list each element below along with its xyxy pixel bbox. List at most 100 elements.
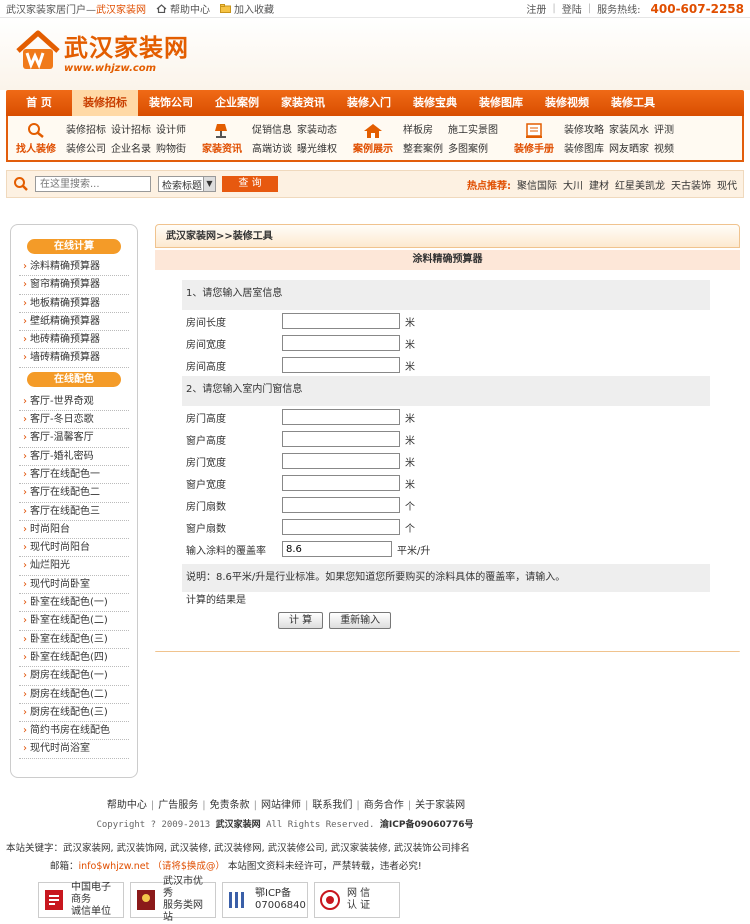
sidebar-color-link[interactable]: 卧室在线配色(三) [19,631,129,649]
sidebar-color-link[interactable]: 灿烂阳光 [19,557,129,576]
sidebar-calc-link[interactable]: 涂料精确预算器 [19,258,129,277]
sidebar-calc-link[interactable]: 墙砖精确预算器 [19,349,129,368]
nav-item[interactable]: 装修图库 [468,90,534,116]
sidebar-color-link[interactable]: 卧室在线配色(一) [19,594,129,613]
sidebar-color-link[interactable]: 客厅-冬日恋歌 [19,411,129,430]
hot-link[interactable]: 现代 [717,177,737,192]
sidebar-calc-link[interactable]: 壁纸精确预算器 [19,313,129,332]
hot-link[interactable]: 红星美凯龙 [615,177,665,192]
nav-item[interactable]: 企业案例 [204,90,270,116]
field-input[interactable] [282,335,400,351]
subnav-link[interactable]: 企业名录 [111,140,151,155]
nav-item[interactable]: 装修入门 [336,90,402,116]
sidebar-color-link[interactable]: 厨房在线配色(一) [19,667,129,686]
hot-link[interactable]: 天古装饰 [671,177,711,192]
field-input[interactable] [282,357,400,373]
subnav-category[interactable]: 家装资讯 [194,122,250,155]
sidebar-color-link[interactable]: 客厅在线配色三 [19,503,129,521]
sidebar-color-link[interactable]: 现代时尚阳台 [19,539,129,558]
field-input[interactable] [282,497,400,513]
calculate-button[interactable]: 计 算 [278,612,324,629]
coverage-input[interactable] [282,541,392,557]
subnav-link[interactable]: 装修公司 [66,140,106,155]
footer-link[interactable]: 网站律师 [261,800,301,811]
sidebar-color-link[interactable]: 客厅在线配色二 [19,484,129,503]
add-favorite-link[interactable]: 加入收藏 [234,1,274,16]
field-input[interactable] [282,313,400,329]
subnav-link[interactable]: 评测 [654,121,674,136]
nav-item[interactable]: 装修招标 [72,90,138,116]
nav-item[interactable]: 家装资讯 [270,90,336,116]
nav-item[interactable]: 装修视频 [534,90,600,116]
subnav-link[interactable]: 装修图库 [564,140,604,155]
sidebar-color-link[interactable]: 厨房在线配色(三) [19,704,129,723]
subnav-link[interactable]: 家装风水 [609,121,649,136]
search-button[interactable]: 查 询 [222,176,278,192]
chevron-down-icon[interactable]: ▼ [203,177,215,191]
trust-badge[interactable]: 鄂ICP备 07006840 [222,882,308,918]
subnav-link[interactable]: 视频 [654,140,674,155]
subnav-link[interactable]: 装修招标 [66,121,106,136]
register-link[interactable]: 注册 [526,1,546,16]
reset-button[interactable]: 重新输入 [329,612,392,629]
field-input[interactable] [282,431,400,447]
footer-link[interactable]: 免责条款 [210,800,250,811]
subnav-link[interactable]: 整套案例 [403,140,443,155]
search-input[interactable] [35,176,151,192]
nav-item[interactable]: 装修工具 [600,90,666,116]
subnav-category[interactable]: 找人装修 [8,122,64,155]
sidebar-color-link[interactable]: 简约书房在线配色 [19,722,129,741]
subnav-link[interactable]: 购物街 [156,140,186,155]
sidebar-calc-link[interactable]: 窗帘精确预算器 [19,276,129,295]
field-input[interactable] [282,519,400,535]
sidebar-color-link[interactable]: 时尚阳台 [19,521,129,540]
hot-link[interactable]: 建材 [589,177,609,192]
sidebar-color-link[interactable]: 客厅在线配色一 [19,466,129,485]
subnav-link[interactable]: 施工实景图 [448,121,498,136]
subnav-link[interactable]: 曝光维权 [297,140,337,155]
footer-link[interactable]: 商务合作 [364,800,404,811]
sidebar-color-link[interactable]: 现代时尚浴室 [19,740,129,759]
field-input[interactable] [282,475,400,491]
icp-number[interactable]: 渝ICP备09060776号 [380,820,474,830]
subnav-category[interactable]: 装修手册 [506,122,562,155]
sidebar-color-link[interactable]: 卧室在线配色(二) [19,612,129,631]
hot-link[interactable]: 聚信国际 [517,177,557,192]
subnav-link[interactable]: 家装动态 [297,121,337,136]
subnav-link[interactable]: 高端访谈 [252,140,292,155]
sidebar-color-link[interactable]: 客厅-婚礼密码 [19,448,129,466]
sidebar-calc-link[interactable]: 地板精确预算器 [19,295,129,313]
nav-item[interactable]: 首 页 [6,90,72,116]
field-input[interactable] [282,409,400,425]
subnav-link[interactable]: 装修攻略 [564,121,604,136]
footer-link[interactable]: 关于家装网 [415,800,465,811]
subnav-category[interactable]: 案例展示 [345,122,401,155]
hot-link[interactable]: 大川 [563,177,583,192]
footer-link[interactable]: 联系我们 [312,800,352,811]
login-link[interactable]: 登陆 [562,1,582,16]
sidebar-color-link[interactable]: 卧室在线配色(四) [19,649,129,668]
nav-item[interactable]: 装修宝典 [402,90,468,116]
sidebar-color-link[interactable]: 厨房在线配色(二) [19,686,129,704]
help-center-link[interactable]: 帮助中心 [170,1,210,16]
subnav-link[interactable]: 促销信息 [252,121,292,136]
subnav-link[interactable]: 设计招标 [111,121,151,136]
site-logo[interactable]: 武汉家装网 www.whjzw.com [14,28,189,74]
subnav-link[interactable]: 多图案例 [448,140,498,155]
sidebar-calc-link[interactable]: 地砖精确预算器 [19,331,129,350]
sidebar-color-link[interactable]: 客厅-世界奇观 [19,393,129,412]
footer-link[interactable]: 帮助中心 [107,800,147,811]
breadcrumb[interactable]: 武汉家装网>>装修工具 [155,224,740,248]
search-type-select[interactable]: 检索标题 ▼ [158,176,216,192]
sidebar-color-link[interactable]: 现代时尚卧室 [19,576,129,595]
sidebar-color-link[interactable]: 客厅-温馨客厅 [19,429,129,448]
site-name-link[interactable]: 武汉家装网 [96,1,146,16]
trust-badge[interactable]: 网 信认 证 [314,882,400,918]
footer-link[interactable]: 广告服务 [158,800,198,811]
subnav-link[interactable]: 设计师 [156,121,186,136]
subnav-link[interactable]: 样板房 [403,121,443,136]
subnav-link[interactable]: 网友晒家 [609,140,649,155]
trust-badge[interactable]: 武汉市优秀 服务类网站 [130,876,216,923]
field-input[interactable] [282,453,400,469]
trust-badge[interactable]: 中国电子商务 诚信单位 [38,882,124,918]
